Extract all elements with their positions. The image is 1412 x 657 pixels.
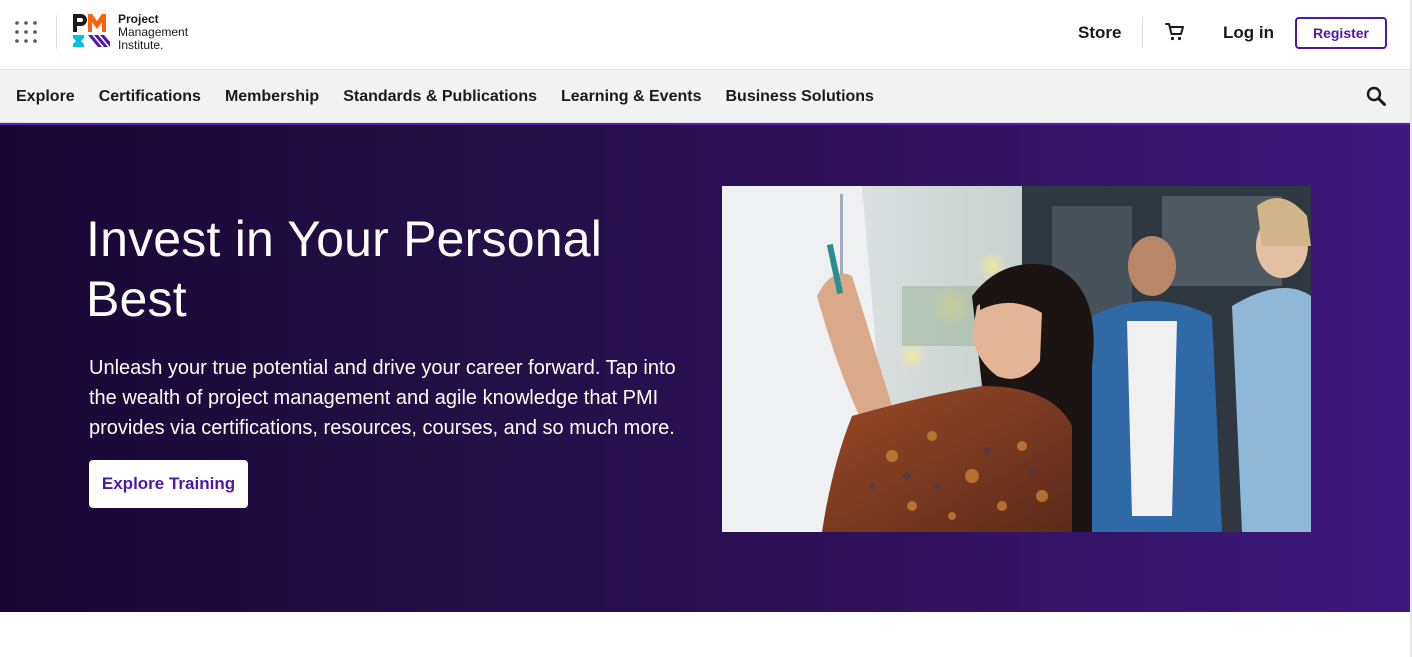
search-icon[interactable] (1365, 85, 1387, 107)
hero-banner: Invest in Your Personal Best Unleash you… (0, 125, 1412, 612)
pmi-logo[interactable]: Project Management Institute. (72, 11, 188, 53)
logo-line-2: Management (118, 24, 189, 39)
hero-title: Invest in Your Personal Best (86, 211, 603, 327)
hero-image (722, 186, 1311, 532)
pmi-logo-mark (73, 14, 110, 47)
main-nav: Explore Certifications Membership Standa… (0, 70, 1412, 123)
nav-list: Explore Certifications Membership Standa… (16, 70, 898, 123)
page-content-start (0, 612, 1412, 657)
cart-icon[interactable] (1164, 21, 1186, 43)
nav-item-certifications[interactable]: Certifications (99, 88, 201, 106)
login-link[interactable]: Log in (1223, 23, 1274, 43)
nav-item-explore[interactable]: Explore (16, 88, 75, 106)
logo-wordmark: Project Management Institute. (118, 11, 189, 52)
nav-item-standards-publications[interactable]: Standards & Publications (343, 88, 537, 106)
topbar-divider (56, 15, 57, 49)
top-bar: Project Management Institute. Store Log … (0, 0, 1412, 70)
hero-description: Unleash your true potential and drive yo… (89, 357, 676, 439)
logo-line-3: Institute. (118, 37, 164, 52)
register-button[interactable]: Register (1295, 17, 1387, 49)
nav-item-membership[interactable]: Membership (225, 88, 319, 106)
logo-line-1: Project (118, 11, 159, 26)
explore-training-button[interactable]: Explore Training (89, 460, 248, 508)
apps-grid-icon[interactable] (14, 20, 38, 44)
store-link[interactable]: Store (1078, 23, 1121, 43)
header-divider (1142, 17, 1143, 48)
nav-item-learning-events[interactable]: Learning & Events (561, 88, 701, 106)
nav-item-business-solutions[interactable]: Business Solutions (725, 88, 873, 106)
